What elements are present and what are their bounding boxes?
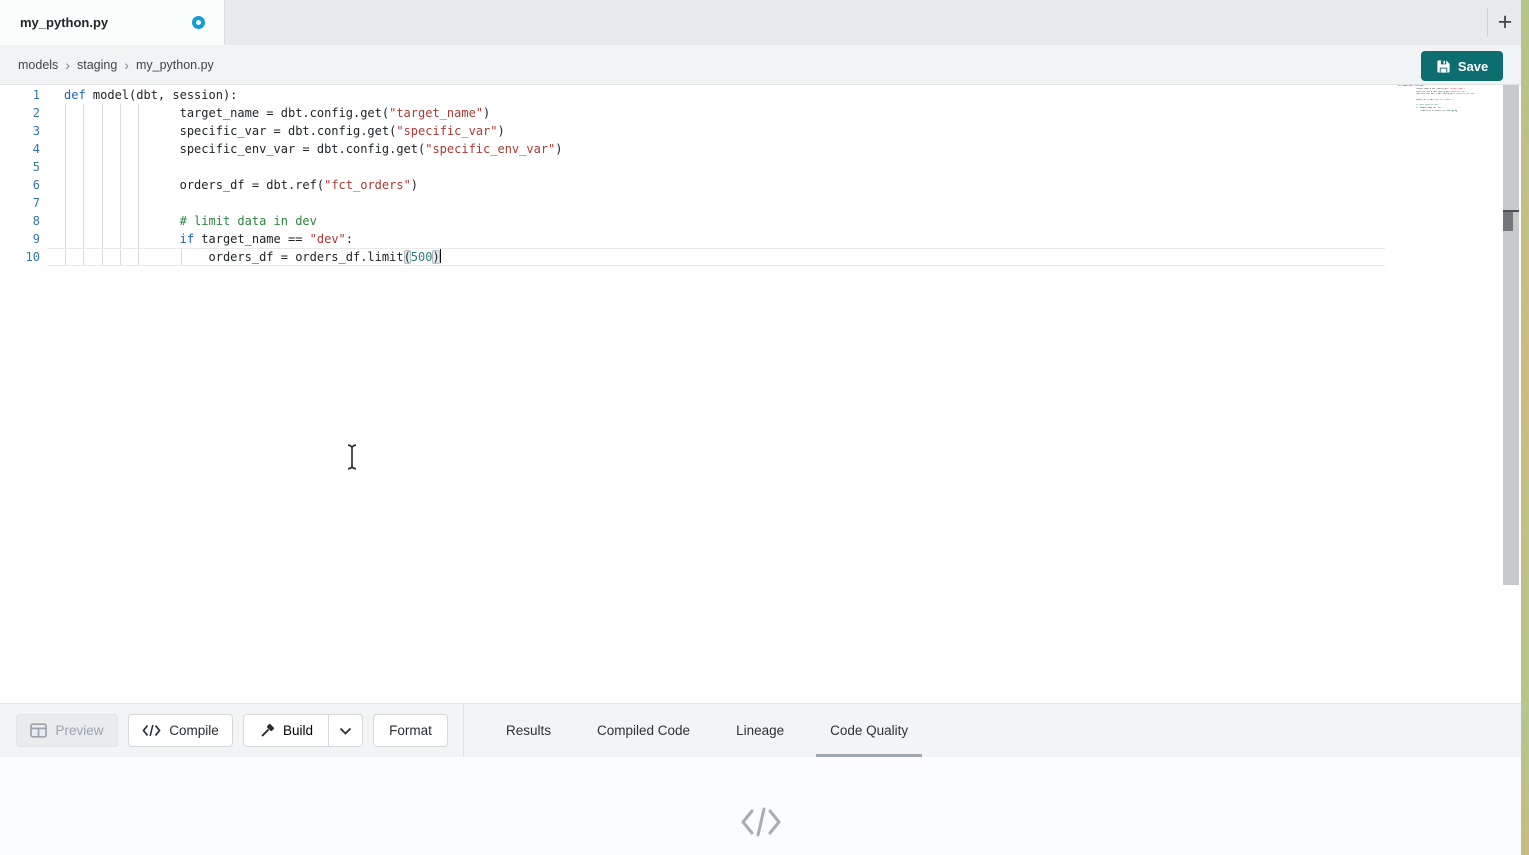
divider	[463, 704, 464, 758]
code-line[interactable]: # limit data in dev	[64, 212, 563, 230]
format-button-label: Format	[389, 723, 432, 738]
code-line[interactable]: orders_df = orders_df.limit(500)	[64, 248, 563, 266]
build-split-button: Build	[243, 714, 363, 747]
chevron-right-icon: ›	[58, 57, 77, 73]
code-lines: def model(dbt, session): target_name = d…	[64, 86, 563, 266]
build-button[interactable]: Build	[244, 715, 328, 746]
minimap-line: specific_env_var = dbt.config.get("speci…	[1398, 93, 1482, 96]
code-line[interactable]	[64, 158, 563, 176]
preview-button[interactable]: Preview	[16, 714, 118, 747]
text-caret	[440, 249, 442, 263]
code-line[interactable]: specific_var = dbt.config.get("specific_…	[64, 122, 563, 140]
preview-button-label: Preview	[55, 723, 103, 738]
breadcrumb-item-models[interactable]: models	[18, 58, 58, 72]
chevron-right-icon: ›	[117, 57, 136, 73]
floppy-disk-icon	[1436, 59, 1451, 74]
code-line[interactable]: specific_env_var = dbt.config.get("speci…	[64, 140, 563, 158]
unsaved-changes-indicator-icon	[192, 16, 205, 29]
mouse-text-cursor-icon	[345, 443, 359, 476]
breadcrumb-bar: models › staging › my_python.py	[0, 45, 1521, 85]
line-number-gutter: 12345678910	[0, 86, 40, 266]
tab-lineage[interactable]: Lineage	[728, 704, 792, 758]
line-number: 10	[0, 248, 40, 266]
tab-title: my_python.py	[20, 15, 108, 30]
save-button[interactable]: Save	[1421, 51, 1503, 81]
compile-button-label: Compile	[169, 723, 219, 738]
line-number: 3	[0, 122, 40, 140]
chevron-down-icon	[339, 727, 352, 735]
tab-compiled-code[interactable]: Compiled Code	[589, 704, 698, 758]
line-number: 5	[0, 158, 40, 176]
line-number: 4	[0, 140, 40, 158]
editor-tab-bar: my_python.py +	[0, 0, 1521, 45]
build-button-label: Build	[283, 723, 313, 738]
code-line[interactable]	[64, 194, 563, 212]
scrollbar-thumb[interactable]	[1503, 212, 1513, 231]
new-tab-button[interactable]: +	[1490, 6, 1520, 38]
minimap[interactable]: def model(dbt, session): target_name = d…	[1398, 85, 1482, 113]
editor-scrollbar[interactable]	[1503, 85, 1519, 585]
tab-code-quality[interactable]: Code Quality	[822, 704, 916, 758]
code-line[interactable]: def model(dbt, session):	[64, 86, 563, 104]
save-button-label: Save	[1458, 59, 1488, 74]
dbt-cloud-ide: my_python.py + models › staging › my_pyt…	[0, 0, 1529, 855]
tab-results[interactable]: Results	[498, 704, 559, 758]
divider	[1487, 8, 1488, 37]
desktop-wallpaper-edge	[1521, 0, 1529, 855]
result-tabs: Results Compiled Code Lineage Code Quali…	[498, 704, 916, 758]
breadcrumb: models › staging › my_python.py	[18, 45, 214, 85]
tab-lineage-label: Lineage	[736, 723, 784, 738]
line-number: 7	[0, 194, 40, 212]
hammer-icon	[259, 723, 275, 739]
breadcrumb-item-file[interactable]: my_python.py	[136, 58, 214, 72]
line-number: 8	[0, 212, 40, 230]
line-number: 1	[0, 86, 40, 104]
breadcrumb-item-staging[interactable]: staging	[77, 58, 117, 72]
tab-results-label: Results	[506, 723, 551, 738]
bottom-toolbar: Preview Compile Build Format	[0, 703, 1521, 757]
tab-code-quality-label: Code Quality	[830, 723, 908, 738]
format-button[interactable]: Format	[373, 714, 448, 747]
build-options-dropdown-button[interactable]	[328, 715, 362, 746]
minimap-line: orders_df = orders_df.limit(500)	[1398, 110, 1482, 113]
line-number: 2	[0, 104, 40, 122]
table-grid-icon	[30, 723, 47, 738]
compile-button[interactable]: Compile	[128, 714, 233, 747]
code-line[interactable]: if target_name == "dev":	[64, 230, 563, 248]
code-editor[interactable]: 12345678910 def model(dbt, session): tar…	[0, 85, 1521, 703]
code-line[interactable]: target_name = dbt.config.get("target_nam…	[64, 104, 563, 122]
code-brackets-icon	[142, 724, 161, 737]
line-number: 6	[0, 176, 40, 194]
code-line[interactable]: orders_df = dbt.ref("fct_orders")	[64, 176, 563, 194]
code-quality-panel	[0, 757, 1521, 855]
tab-compiled-code-label: Compiled Code	[597, 723, 690, 738]
code-empty-state-icon	[740, 807, 782, 842]
line-number: 9	[0, 230, 40, 248]
